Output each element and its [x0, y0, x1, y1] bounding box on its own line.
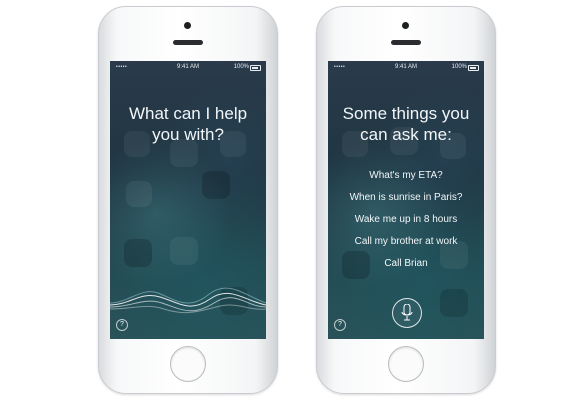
status-bar: ••••• 9:41 AM 100% — [328, 61, 484, 73]
suggestion-item[interactable]: When is sunrise in Paris? — [328, 187, 484, 209]
question-icon[interactable]: ? — [334, 319, 346, 331]
siri-screen-left: ••••• 9:41 AM 100% What can I help you w… — [110, 61, 266, 339]
microphone-icon — [401, 304, 413, 321]
siri-prompt-line1: What can I help — [128, 104, 248, 123]
battery-icon — [468, 65, 479, 71]
battery-icon — [250, 65, 261, 71]
siri-prompt-line2: you with? — [152, 125, 224, 144]
earpiece-speaker — [173, 40, 203, 45]
status-bar: ••••• 9:41 AM 100% — [110, 61, 266, 73]
front-camera — [184, 22, 191, 29]
question-icon[interactable]: ? — [116, 319, 128, 331]
suggestion-list: What's my ETA? When is sunrise in Paris?… — [328, 165, 484, 275]
voice-wave-icon — [110, 287, 266, 314]
iphone-right: ••••• 9:41 AM 100% Some things you can a… — [316, 6, 496, 394]
front-camera — [402, 22, 409, 29]
siri-suggestions-title-line2: can ask me: — [360, 125, 452, 144]
siri-prompt: What can I help you with? — [110, 103, 266, 145]
iphone-left: ••••• 9:41 AM 100% What can I help you w… — [98, 6, 278, 394]
siri-suggestions-title: Some things you can ask me: — [328, 103, 484, 145]
siri-suggestions-title-line1: Some things you — [342, 104, 470, 123]
suggestion-item[interactable]: Call Brian — [328, 253, 484, 275]
earpiece-speaker — [391, 40, 421, 45]
suggestion-item[interactable]: Call my brother at work — [328, 231, 484, 253]
microphone-button[interactable] — [392, 298, 422, 328]
battery-percent: 100% — [233, 64, 249, 70]
home-button[interactable] — [388, 346, 424, 382]
battery-percent: 100% — [451, 64, 467, 70]
suggestion-item[interactable]: What's my ETA? — [328, 165, 484, 187]
siri-screen-right: ••••• 9:41 AM 100% Some things you can a… — [328, 61, 484, 339]
suggestion-item[interactable]: Wake me up in 8 hours — [328, 209, 484, 231]
home-button[interactable] — [170, 346, 206, 382]
